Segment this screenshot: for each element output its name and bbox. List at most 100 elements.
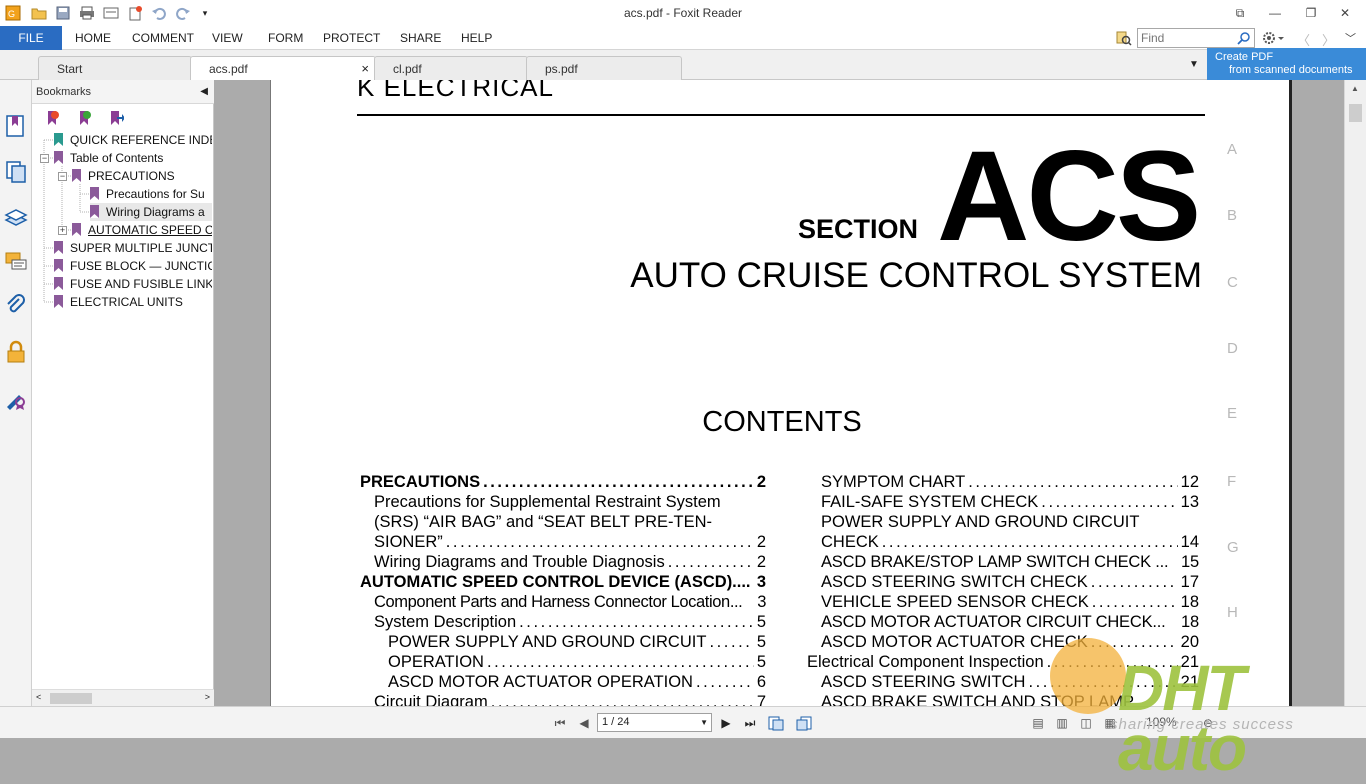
expand-automatic-speed-icon[interactable]: +: [58, 226, 67, 235]
security-lock-icon[interactable]: [4, 340, 28, 364]
margin-letter: E: [1227, 405, 1238, 422]
restore-ribbon-button[interactable]: ⧉: [1230, 4, 1250, 22]
gear-icon[interactable]: [1262, 30, 1284, 49]
scrollbar-thumb[interactable]: [50, 693, 92, 704]
toc-entry[interactable]: Circuit Diagram7: [374, 692, 766, 706]
toc-entry[interactable]: Electrical Component Inspection21: [807, 652, 1199, 672]
create-pdf-line2: from scanned documents: [1229, 64, 1353, 76]
tab-acs-pdf[interactable]: acs.pdf ×: [190, 56, 376, 80]
bookmark-label: Table of Contents: [70, 151, 164, 165]
toc-entry[interactable]: ASCD STEERING SWITCH21: [821, 672, 1199, 692]
add-bookmark-icon[interactable]: [76, 110, 92, 126]
continuous-facing-view-icon[interactable]: ▦: [1102, 715, 1118, 731]
toc-entry[interactable]: Wiring Diagrams and Trouble Diagnosis2: [374, 552, 766, 572]
toc-entry[interactable]: ASCD MOTOR ACTUATOR CIRCUIT CHECK... 18: [821, 612, 1199, 632]
toc-entry[interactable]: SYMPTOM CHART12: [821, 472, 1199, 492]
menu-view[interactable]: VIEW: [212, 26, 243, 50]
menu-home[interactable]: HOME: [75, 26, 111, 50]
bookmark-item[interactable]: QUICK REFERENCE INDE: [54, 131, 212, 149]
toc-entry[interactable]: SIONER”2: [374, 532, 766, 552]
toc-entry[interactable]: POWER SUPPLY AND GROUND CIRCUIT5: [388, 632, 766, 652]
toc-entry[interactable]: Component Parts and Harness Connector Lo…: [374, 592, 766, 612]
menu-share[interactable]: SHARE: [400, 26, 441, 50]
last-page-icon[interactable]: ⏭: [742, 715, 758, 731]
bookmark-item-selected[interactable]: Wiring Diagrams a: [90, 203, 212, 221]
search-icon[interactable]: [1237, 31, 1251, 48]
bookmark-item[interactable]: PRECAUTIONS: [72, 167, 212, 185]
menu-form[interactable]: FORM: [268, 26, 303, 50]
single-page-view-icon[interactable]: ▤: [1030, 715, 1046, 731]
document-view[interactable]: K ELECTRICAL SECTION ACS AUTO CRUISE CON…: [214, 80, 1344, 706]
find-previous-icon[interactable]: 〈: [1297, 30, 1310, 49]
bookmark-item[interactable]: SUPER MULTIPLE JUNCT: [54, 239, 212, 257]
bookmark-item[interactable]: FUSE AND FUSIBLE LINK: [54, 275, 212, 293]
comments-panel-icon[interactable]: [4, 250, 28, 274]
bookmark-item[interactable]: FUSE BLOCK — JUNCTIC: [54, 257, 212, 275]
find-input[interactable]: [1138, 29, 1234, 47]
maximize-button[interactable]: ❐: [1301, 4, 1321, 22]
page-number-select[interactable]: 1 / 24 ▼: [597, 713, 712, 732]
toc-entry[interactable]: Precautions for Supplemental Restraint S…: [374, 492, 766, 512]
toc-entry[interactable]: ASCD BRAKE SWITCH AND STOP LAMP: [821, 692, 1199, 706]
toc-entry[interactable]: OPERATION5: [388, 652, 766, 672]
next-page-icon[interactable]: ▶: [718, 715, 734, 731]
toc-entry[interactable]: AUTOMATIC SPEED CONTROL DEVICE (ASCD)...…: [360, 572, 766, 592]
bookmarks-horizontal-scrollbar[interactable]: < >: [32, 689, 214, 706]
create-pdf-banner[interactable]: Create PDF from scanned documents: [1207, 48, 1366, 80]
toc-entry[interactable]: System Description5: [374, 612, 766, 632]
menu-protect[interactable]: PROTECT: [323, 26, 380, 50]
next-view-icon[interactable]: [796, 715, 812, 731]
previous-view-icon[interactable]: [768, 715, 784, 731]
signatures-panel-icon[interactable]: [4, 386, 28, 410]
scroll-right-icon[interactable]: >: [205, 692, 210, 702]
tab-list-dropdown-icon[interactable]: ▼: [1189, 59, 1199, 70]
tab-cl-pdf[interactable]: cl.pdf: [374, 56, 528, 80]
toc-entry[interactable]: ASCD BRAKE/STOP LAMP SWITCH CHECK ... 15: [821, 552, 1199, 572]
bookmarks-panel-icon[interactable]: [4, 114, 28, 138]
file-menu-button[interactable]: FILE: [0, 26, 62, 50]
toc-entry[interactable]: ASCD MOTOR ACTUATOR OPERATION6: [388, 672, 766, 692]
close-tab-icon[interactable]: ×: [361, 57, 369, 81]
document-vertical-scrollbar[interactable]: ▲: [1344, 80, 1366, 706]
continuous-view-icon[interactable]: ▥: [1054, 715, 1070, 731]
first-page-icon[interactable]: ⏮: [552, 715, 568, 731]
previous-page-icon[interactable]: ◀: [576, 715, 592, 731]
minimize-button[interactable]: —: [1265, 4, 1285, 22]
attachments-panel-icon[interactable]: [4, 294, 28, 318]
find-next-icon[interactable]: 〉: [1322, 30, 1335, 49]
toc-entry[interactable]: CHECK14: [821, 532, 1199, 552]
collapse-precautions-icon[interactable]: −: [58, 172, 67, 181]
bookmark-item[interactable]: ELECTRICAL UNITS: [54, 293, 212, 311]
facing-view-icon[interactable]: ◫: [1078, 715, 1094, 731]
collapse-ribbon-icon[interactable]: ﹀: [1345, 30, 1356, 46]
collapse-panel-icon[interactable]: ◀: [200, 80, 208, 104]
bookmark-item[interactable]: AUTOMATIC SPEED C: [72, 221, 212, 239]
toc-entry[interactable]: FAIL-SAFE SYSTEM CHECK13: [821, 492, 1199, 512]
scrollbar-thumb[interactable]: [1349, 104, 1362, 122]
toc-entry[interactable]: ASCD STEERING SWITCH CHECK17: [821, 572, 1199, 592]
menu-comment[interactable]: COMMENT: [132, 26, 194, 50]
menu-help[interactable]: HELP: [461, 26, 492, 50]
delete-bookmark-icon[interactable]: [44, 110, 60, 126]
toc-entry[interactable]: (SRS) “AIR BAG” and “SEAT BELT PRE-TEN-: [374, 512, 766, 532]
layers-panel-icon[interactable]: [4, 206, 28, 230]
zoom-level[interactable]: 109%: [1146, 715, 1177, 729]
tab-ps-pdf[interactable]: ps.pdf: [526, 56, 682, 80]
scroll-left-icon[interactable]: <: [36, 692, 41, 702]
close-window-button[interactable]: ✕: [1335, 4, 1355, 22]
bookmark-item[interactable]: Table of Contents: [54, 149, 212, 167]
zoom-out-icon[interactable]: ⊖: [1200, 715, 1216, 731]
toc-entry[interactable]: PRECAUTIONS2: [360, 472, 766, 492]
pages-panel-icon[interactable]: [4, 160, 28, 184]
toc-entry[interactable]: ASCD MOTOR ACTUATOR CHECK20: [821, 632, 1199, 652]
collapse-toc-icon[interactable]: −: [40, 154, 49, 163]
tab-start[interactable]: Start: [38, 56, 192, 80]
toc-entry[interactable]: POWER SUPPLY AND GROUND CIRCUIT: [821, 512, 1199, 532]
header-rule: [357, 114, 1205, 116]
search-document-icon[interactable]: [1116, 30, 1132, 49]
bookmark-item[interactable]: Precautions for Su: [90, 185, 212, 203]
scroll-up-icon[interactable]: ▲: [1351, 84, 1359, 93]
section-code: ACS: [937, 125, 1201, 268]
toc-entry[interactable]: VEHICLE SPEED SENSOR CHECK18: [821, 592, 1199, 612]
go-to-bookmark-icon[interactable]: [108, 110, 125, 126]
